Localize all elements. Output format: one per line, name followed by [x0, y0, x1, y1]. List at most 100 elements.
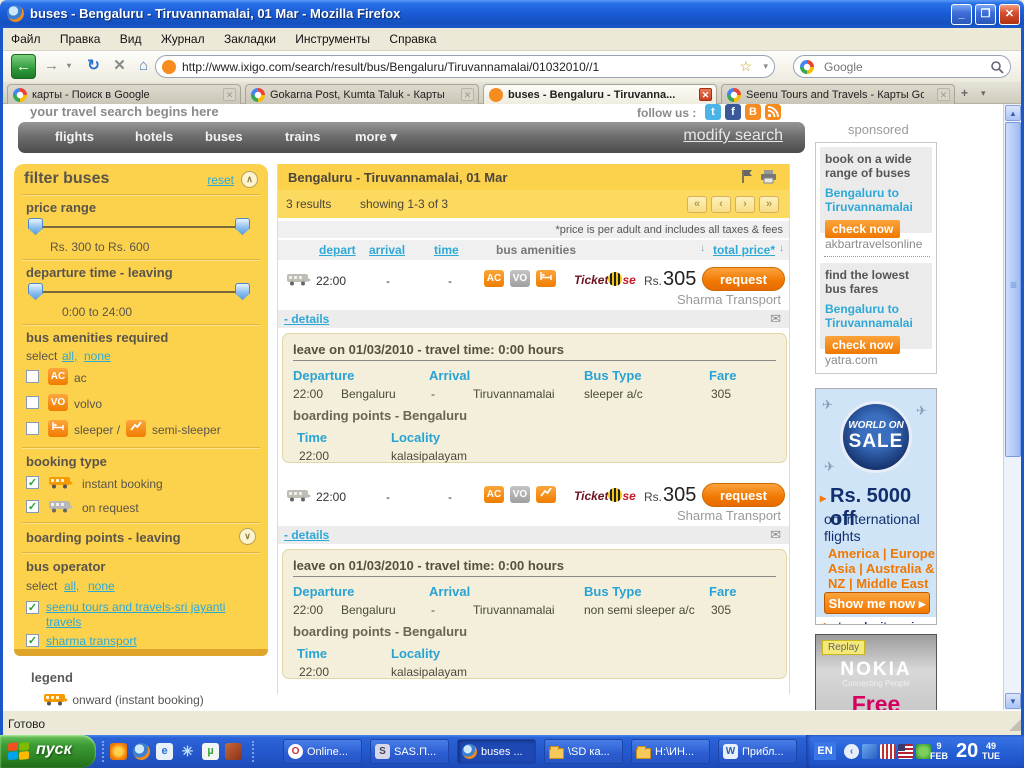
tab-close-icon[interactable]: ✕: [223, 88, 236, 101]
modify-search-link[interactable]: modify search: [683, 127, 783, 145]
page-prev-button[interactable]: ‹: [711, 196, 731, 213]
quicklaunch-star-icon[interactable]: ✳: [179, 743, 196, 760]
menu-view[interactable]: Вид: [112, 28, 150, 46]
collapse-up-icon[interactable]: ∧: [241, 171, 258, 188]
nokia-ad[interactable]: Replay NOKIA Connecting People Free Navi…: [815, 634, 937, 710]
us-flag-icon[interactable]: [898, 744, 913, 759]
antivirus-icon[interactable]: [916, 744, 931, 759]
language-indicator[interactable]: EN: [814, 742, 836, 760]
ad-route-link[interactable]: Bengaluru to Tiruvannamalai: [825, 186, 927, 214]
select-none-link[interactable]: none: [84, 349, 111, 363]
tab-google-search[interactable]: карты - Поиск в Google ✕: [7, 84, 241, 104]
price-max-handle[interactable]: [235, 218, 250, 235]
operator2-link[interactable]: sharma transport: [46, 634, 137, 648]
quicklaunch-ie-icon[interactable]: e: [156, 743, 173, 760]
quicklaunch-firefox-icon[interactable]: [133, 743, 150, 760]
history-dropdown-icon[interactable]: ▾: [63, 54, 75, 79]
taskbar-button-buses[interactable]: buses ...: [457, 739, 536, 764]
sleeper-checkbox[interactable]: [26, 422, 39, 435]
web-search-input[interactable]: [824, 58, 974, 75]
departure-min-handle[interactable]: [28, 283, 43, 300]
sort-time[interactable]: time: [434, 243, 459, 257]
rss-icon[interactable]: [765, 104, 781, 120]
nav-buses[interactable]: buses: [205, 129, 243, 144]
nav-trains[interactable]: trains: [285, 129, 320, 144]
ad-akbar[interactable]: book on a wide range of buses Bengaluru …: [820, 147, 932, 233]
minimize-button[interactable]: _: [951, 4, 972, 25]
nav-flights[interactable]: flights: [55, 129, 94, 144]
quicklaunch-app-icon[interactable]: [110, 743, 127, 760]
sort-arrival[interactable]: arrival: [369, 243, 405, 257]
scroll-down-icon[interactable]: ▼: [1005, 693, 1021, 709]
email-envelope-icon[interactable]: ✉: [770, 527, 781, 543]
bookmark-star-icon[interactable]: ☆: [739, 58, 752, 75]
check-now-button[interactable]: check now: [825, 336, 900, 354]
tab-close-icon[interactable]: ✕: [461, 88, 474, 101]
menu-edit[interactable]: Правка: [52, 28, 109, 46]
menu-bookmarks[interactable]: Закладки: [216, 28, 284, 46]
tab-close-icon[interactable]: ✕: [699, 88, 712, 101]
magnifier-icon[interactable]: [990, 60, 1004, 74]
tab-gokarna-maps[interactable]: Gokarna Post, Kumta Taluk - Карты ... ✕: [245, 84, 479, 104]
scrollbar-thumb[interactable]: [1005, 122, 1021, 457]
quicklaunch-app2-icon[interactable]: [225, 743, 242, 760]
close-button[interactable]: ✕: [999, 4, 1020, 25]
email-envelope-icon[interactable]: ✉: [770, 311, 781, 327]
tab-close-icon[interactable]: ✕: [937, 88, 950, 101]
operator-none-link[interactable]: none: [88, 579, 115, 593]
url-input[interactable]: [182, 58, 722, 75]
operator1-checkbox[interactable]: ✓: [26, 601, 39, 614]
request-button[interactable]: request: [702, 267, 785, 291]
price-min-handle[interactable]: [28, 218, 43, 235]
details-link[interactable]: - details: [284, 528, 329, 542]
stop-button[interactable]: ✕: [107, 54, 132, 79]
menu-tools[interactable]: Инструменты: [287, 28, 378, 46]
ad-route-link[interactable]: Bengaluru to Tiruvannamalai: [825, 302, 927, 330]
nav-more[interactable]: more ▾: [355, 129, 397, 145]
menu-help[interactable]: Справка: [381, 28, 444, 46]
twitter-icon[interactable]: t: [705, 104, 721, 120]
page-first-button[interactable]: «: [687, 196, 707, 213]
sort-total-price[interactable]: total price*: [713, 243, 775, 257]
bookmark-flag-icon[interactable]: [741, 169, 753, 184]
vertical-scrollbar[interactable]: ▲ ▼: [1003, 104, 1021, 710]
departure-max-handle[interactable]: [235, 283, 250, 300]
travelocity-ad[interactable]: ✈ ✈ ✈ WORLD ON SALE Rs. 5000 off on inte…: [815, 388, 937, 625]
forward-button[interactable]: →: [39, 54, 64, 79]
url-dropdown-icon[interactable]: ▾: [763, 61, 768, 72]
operator-all-link[interactable]: all,: [64, 579, 79, 593]
request-button[interactable]: request: [702, 483, 785, 507]
tab-buses-active[interactable]: buses - Bengaluru - Tiruvanna... ✕: [483, 84, 717, 104]
details-link[interactable]: - details: [284, 312, 329, 326]
select-all-link[interactable]: all,: [62, 349, 77, 363]
sort-depart[interactable]: depart: [319, 243, 356, 257]
page-next-button[interactable]: ›: [735, 196, 755, 213]
maximize-button[interactable]: ❐: [975, 4, 996, 25]
volvo-checkbox[interactable]: [26, 396, 39, 409]
list-tabs-icon[interactable]: ▾: [981, 88, 986, 99]
taskbar-button-sd[interactable]: \SD ка...: [544, 739, 623, 764]
on-request-checkbox[interactable]: ✓: [26, 500, 39, 513]
expand-down-icon[interactable]: ∨: [239, 528, 256, 545]
new-tab-button[interactable]: +: [961, 86, 968, 100]
show-me-now-button[interactable]: Show me now ▸: [824, 592, 930, 614]
menu-file[interactable]: Файл: [3, 28, 49, 46]
taskbar-button-word[interactable]: W Прибл...: [718, 739, 797, 764]
reload-button[interactable]: ↻: [81, 54, 106, 79]
start-button[interactable]: пуск: [0, 735, 96, 768]
blogger-icon[interactable]: B: [745, 104, 761, 120]
resize-grip[interactable]: [1009, 719, 1021, 731]
scroll-up-icon[interactable]: ▲: [1005, 105, 1021, 121]
taskbar-button-sas[interactable]: S SAS.П...: [370, 739, 449, 764]
ad-yatra[interactable]: find the lowest bus fares Bengaluru to T…: [820, 263, 932, 349]
operator1-link[interactable]: seenu tours and travels-sri jayanti trav…: [46, 600, 256, 630]
replay-button[interactable]: Replay: [822, 640, 865, 655]
menu-history[interactable]: Журнал: [153, 28, 213, 46]
page-last-button[interactable]: »: [759, 196, 779, 213]
reset-link[interactable]: reset: [207, 173, 234, 187]
ac-checkbox[interactable]: [26, 370, 39, 383]
back-button[interactable]: ←: [11, 54, 36, 79]
nav-hotels[interactable]: hotels: [135, 129, 173, 144]
tray-collapse-icon[interactable]: ‹: [844, 744, 859, 759]
operator2-checkbox[interactable]: ✓: [26, 634, 39, 647]
